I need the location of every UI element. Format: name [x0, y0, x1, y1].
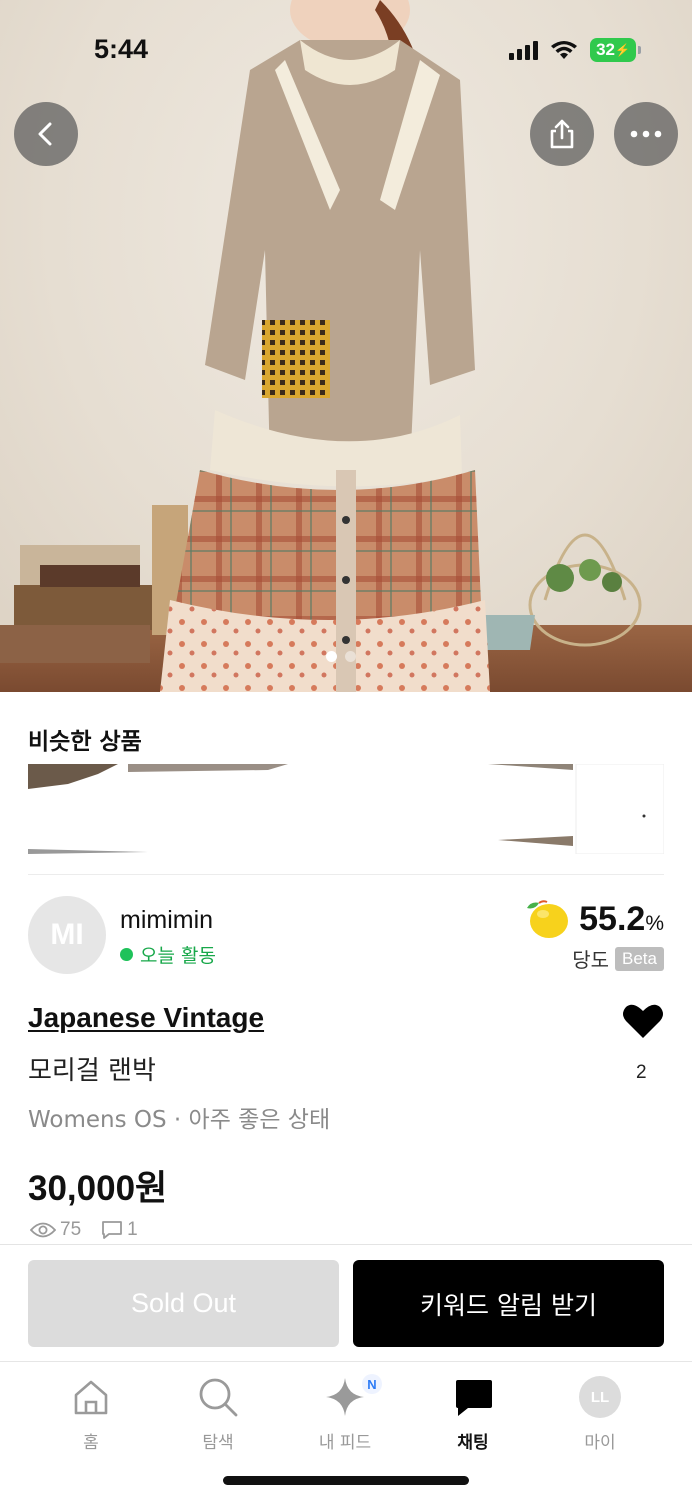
back-button[interactable] — [14, 102, 78, 166]
tab-chat-label: 채팅 — [457, 1433, 489, 1453]
share-button[interactable] — [530, 102, 594, 166]
seller-avatar-initials: MI — [50, 918, 84, 951]
tab-explore-label: 탐색 — [202, 1433, 234, 1453]
comment-count: 1 — [127, 1219, 138, 1240]
tab-home[interactable]: 홈 — [41, 1374, 141, 1453]
home-indicator[interactable] — [223, 1476, 469, 1485]
status-icons: 32 ⚡ — [509, 38, 641, 62]
beta-badge: Beta — [615, 946, 664, 971]
wifi-icon — [551, 41, 577, 59]
similar-products-carousel[interactable] — [28, 764, 664, 854]
tab-my-label: 마이 — [584, 1433, 616, 1453]
lemon-icon — [527, 900, 569, 938]
sweetness-number: 55.2 — [579, 899, 646, 938]
like-heart-icon[interactable] — [622, 1002, 664, 1040]
cellular-signal-icon — [509, 40, 538, 60]
section-divider — [28, 874, 664, 875]
seller-activity-status: 오늘 활동 — [120, 941, 216, 968]
battery-indicator: 32 ⚡ — [590, 38, 641, 62]
sparkle-icon — [326, 1378, 364, 1416]
battery-level: 32 — [596, 40, 615, 59]
product-title: 모리걸 랜박 — [28, 1056, 156, 1086]
brand-link[interactable]: Japanese Vintage — [28, 1002, 264, 1034]
carousel-dot — [345, 651, 356, 662]
chat-icon — [456, 1380, 492, 1416]
chevron-left-icon — [38, 122, 52, 146]
seller-name[interactable]: mimimin — [120, 906, 213, 935]
status-time: 5:44 — [94, 34, 149, 64]
charging-bolt-icon: ⚡ — [614, 43, 630, 57]
profile-avatar-icon: LL — [579, 1376, 621, 1418]
carousel-page-indicator — [326, 651, 356, 662]
carousel-dot-active — [326, 651, 337, 662]
action-bar-divider — [0, 1244, 692, 1245]
sweetness-score: 55.2% — [525, 898, 664, 940]
product-image-carousel[interactable]: 5:44 32 ⚡ — [0, 0, 692, 692]
sweetness-value: 55.2% — [579, 900, 664, 939]
seller-activity-text: 오늘 활동 — [140, 945, 216, 967]
active-dot-icon — [120, 948, 133, 961]
tab-my-feed[interactable]: N 내 피드 — [295, 1374, 395, 1453]
eye-icon — [30, 1222, 56, 1238]
sweetness-unit: % — [645, 911, 664, 935]
search-icon — [199, 1378, 238, 1417]
tab-home-label: 홈 — [83, 1433, 99, 1453]
product-size-condition: Womens OS · 아주 좋은 상태 — [28, 1107, 331, 1133]
tabbar-divider — [0, 1361, 692, 1362]
more-options-button[interactable] — [614, 102, 678, 166]
product-photo — [0, 0, 642, 692]
sold-out-button[interactable]: Sold Out — [28, 1260, 339, 1347]
sweetness-label: 당도 — [572, 948, 610, 972]
new-badge: N — [362, 1374, 382, 1394]
tab-my[interactable]: LL 마이 — [550, 1374, 650, 1453]
product-price: 30,000원 — [28, 1169, 168, 1208]
like-count: 2 — [636, 1062, 647, 1083]
view-count: 75 — [60, 1219, 82, 1240]
keyword-alert-button[interactable]: 키워드 알림 받기 — [353, 1260, 664, 1347]
profile-initials: LL — [590, 1388, 610, 1406]
home-icon — [74, 1380, 108, 1415]
seller-avatar[interactable]: MI — [28, 896, 106, 974]
product-stats: 75 1 — [30, 1219, 138, 1241]
more-horizontal-icon — [630, 130, 662, 138]
tab-my-feed-label: 내 피드 — [318, 1433, 372, 1453]
tab-explore[interactable]: 탐색 — [168, 1374, 268, 1453]
tab-chat[interactable]: 채팅 — [423, 1374, 523, 1453]
share-icon — [550, 119, 574, 149]
comment-icon — [102, 1221, 123, 1239]
similar-products-title: 비슷한 상품 — [28, 729, 142, 755]
sweetness-label-row[interactable]: 당도 Beta — [572, 944, 664, 973]
similar-products-thumbnails — [28, 764, 664, 854]
